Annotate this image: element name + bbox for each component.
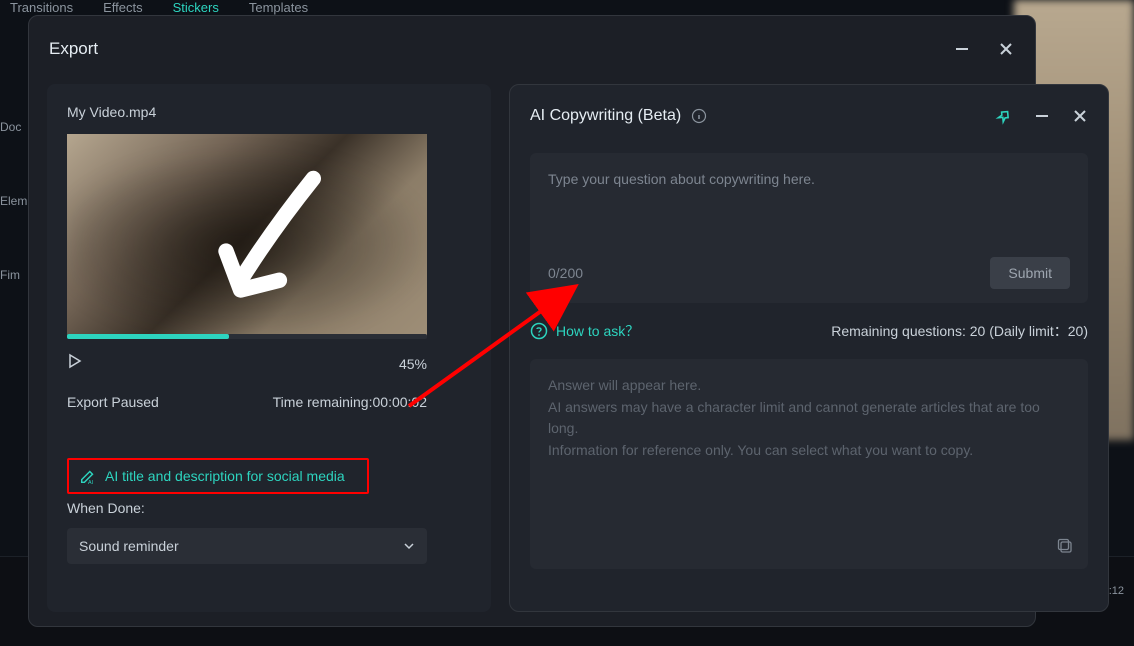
export-dialog: Export My Video.mp4 45% — [28, 15, 1036, 627]
minimize-button[interactable] — [953, 40, 971, 58]
export-filename: My Video.mp4 — [67, 104, 471, 120]
pencil-ai-icon: AI — [79, 467, 97, 485]
export-status: Export Paused — [67, 394, 159, 410]
close-button[interactable] — [997, 40, 1015, 58]
when-done-label: When Done: — [67, 500, 471, 516]
ai-link-label: AI title and description for social medi… — [105, 468, 345, 484]
dialog-title: Export — [49, 39, 98, 59]
svg-text:AI: AI — [88, 480, 93, 485]
answer-placeholder-3: Information for reference only. You can … — [548, 440, 1070, 462]
input-placeholder: Type your question about copywriting her… — [548, 171, 1070, 187]
sidebar-fim[interactable]: Fim — [0, 268, 30, 282]
panel-minimize-button[interactable] — [1034, 108, 1050, 124]
info-icon[interactable] — [691, 108, 707, 124]
progress-percent: 45% — [399, 356, 427, 372]
how-to-ask-link[interactable]: How to ask？ — [530, 321, 639, 341]
copy-icon[interactable] — [1056, 537, 1074, 555]
left-sidebar: Doc Elem Fim — [0, 120, 30, 282]
timeline-timestamp: :12 — [1109, 585, 1124, 597]
time-remaining: Time remaining:00:00:02 — [273, 394, 427, 410]
answer-placeholder-2: AI answers may have a character limit an… — [548, 397, 1070, 440]
how-to-ask-label: How to ask？ — [556, 321, 639, 341]
char-counter: 0/200 — [548, 265, 583, 281]
when-done-select[interactable]: Sound reminder — [67, 528, 427, 564]
chevron-down-icon — [403, 540, 415, 552]
select-value: Sound reminder — [79, 538, 179, 554]
video-thumbnail — [67, 134, 427, 336]
export-progress-card: My Video.mp4 45% Export Paused Time rema… — [47, 84, 491, 612]
sidebar-elem[interactable]: Elem — [0, 194, 30, 208]
submit-button[interactable]: Submit — [990, 257, 1070, 289]
progress-fill — [67, 334, 229, 339]
answer-output: Answer will appear here. AI answers may … — [530, 359, 1088, 569]
panel-close-button[interactable] — [1072, 108, 1088, 124]
answer-placeholder-1: Answer will appear here. — [548, 375, 1070, 397]
ai-panel-title: AI Copywriting (Beta) — [530, 107, 681, 125]
sidebar-doc[interactable]: Doc — [0, 120, 30, 134]
thumbnail-arrow-overlay — [197, 164, 352, 319]
pin-icon[interactable] — [995, 108, 1012, 125]
ai-copywriting-panel: AI Copywriting (Beta) Type your question… — [509, 84, 1109, 612]
remaining-questions: Remaining questions: 20 (Daily limit：20) — [831, 321, 1088, 341]
ai-title-description-link[interactable]: AI AI title and description for social m… — [67, 458, 369, 494]
progress-bar — [67, 334, 427, 339]
play-button[interactable] — [67, 353, 83, 374]
question-input[interactable]: Type your question about copywriting her… — [530, 153, 1088, 303]
question-icon — [530, 322, 548, 340]
